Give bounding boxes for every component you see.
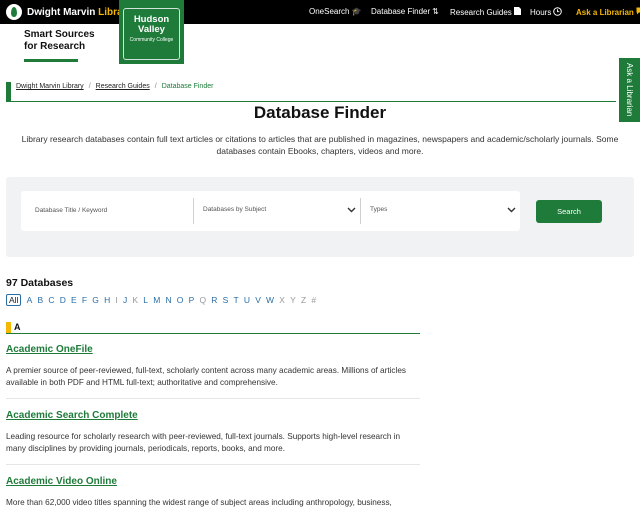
letter-filter[interactable]: F [82, 295, 87, 305]
search-button[interactable]: Search [536, 200, 602, 223]
tagline-underline [24, 59, 78, 62]
letter-filter[interactable]: H [104, 295, 110, 305]
letter-filter: Z [300, 295, 307, 305]
letter-filter: K [132, 295, 139, 305]
letter-filter[interactable]: S [223, 295, 229, 305]
letter-filter[interactable]: O [177, 295, 184, 305]
letter-filter[interactable]: D [60, 295, 66, 305]
letter-filter[interactable]: T [233, 295, 238, 305]
letter-filter[interactable]: R [211, 295, 217, 305]
tagline-line-2: for Research [24, 41, 86, 52]
search-panel: Database Title / Keyword Databases by Su… [6, 177, 634, 257]
nav-onesearch[interactable]: OneSearch 🎓 [309, 7, 361, 16]
nav-research-guides[interactable]: Research Guides [450, 7, 521, 17]
keyword-input[interactable]: Database Title / Keyword [21, 191, 193, 231]
breadcrumb-library[interactable]: Dwight Marvin Library [16, 83, 84, 90]
letter-filter[interactable]: B [38, 295, 44, 305]
section-letter: A [14, 322, 21, 332]
database-title-link[interactable]: Academic OneFile [6, 344, 93, 355]
database-description: More than 62,000 video titles spanning t… [6, 498, 392, 507]
logo-line-3: Community College [129, 37, 174, 43]
letter-filter: Q [199, 295, 207, 305]
brand-name-part1: Dwight Marvin [27, 6, 99, 18]
letter-filter: X [279, 295, 285, 305]
letter-filter-all[interactable]: All [6, 294, 22, 306]
letter-filter[interactable]: G [92, 295, 99, 305]
letter-filter[interactable]: N [165, 295, 171, 305]
flame-logo-icon [6, 4, 22, 20]
breadcrumb-current: Database Finder [161, 83, 214, 90]
letter-filter[interactable]: W [266, 295, 274, 305]
letter-filter: Y [290, 295, 296, 305]
section-header-a: A [6, 322, 420, 334]
breadcrumb-separator: / [88, 83, 91, 90]
nav-database-finder[interactable]: Database Finder ⇅ [371, 7, 439, 16]
letter-filter: # [311, 295, 317, 305]
site-tagline: Smart Sources for Research [24, 29, 95, 53]
letter-filter[interactable]: P [189, 295, 195, 305]
brand-name: Dwight Marvin Library [27, 7, 132, 18]
page-intro: Library research databases contain full … [21, 134, 619, 156]
clock-icon [553, 7, 563, 18]
subject-select-label: Databases by Subject [203, 206, 267, 213]
types-select-label: Types [370, 206, 388, 213]
database-description: Leading resource for scholarly research … [6, 432, 401, 453]
database-count: 97 Databases [6, 277, 74, 289]
database-title-link[interactable]: Academic Video Online [6, 476, 117, 487]
nav-hours[interactable]: Hours [530, 7, 563, 18]
letter-filter[interactable]: U [244, 295, 250, 305]
breadcrumb-research-guides[interactable]: Research Guides [96, 83, 150, 90]
nav-database-finder-label: Database Finder [371, 7, 431, 16]
section-marker [6, 322, 11, 333]
letter-filter[interactable]: J [123, 295, 127, 305]
letter-filter[interactable]: V [255, 295, 261, 305]
search-form: Database Title / Keyword Databases by Su… [21, 191, 520, 231]
college-logo[interactable]: Hudson Valley Community College [119, 0, 184, 64]
database-divider [6, 464, 420, 465]
nav-onesearch-label: OneSearch [309, 7, 350, 16]
letter-filter[interactable]: C [48, 295, 54, 305]
types-select[interactable]: Types [361, 191, 520, 231]
college-logo-frame: Hudson Valley Community College [123, 8, 180, 60]
chevron-down-icon [345, 204, 357, 216]
database-divider [6, 398, 420, 399]
chat-icon [636, 7, 640, 17]
database-description: A premier source of peer-reviewed, full-… [6, 366, 406, 387]
breadcrumb: Dwight Marvin Library / Research Guides … [16, 83, 213, 90]
library-brand[interactable]: Dwight Marvin Library [6, 4, 132, 20]
graduation-cap-icon: 🎓 [351, 7, 362, 16]
nav-research-guides-label: Research Guides [450, 7, 512, 17]
breadcrumb-divider [6, 101, 616, 102]
page-title: Database Finder [253, 103, 387, 122]
tagline-line-1: Smart Sources [24, 29, 95, 40]
document-icon [513, 7, 521, 17]
letter-filter[interactable]: E [71, 295, 77, 305]
top-bar: Dwight Marvin Library OneSearch 🎓 Databa… [0, 0, 640, 24]
sort-icon: ⇅ [432, 7, 439, 16]
database-title-link[interactable]: Academic Search Complete [6, 410, 138, 421]
chevron-down-icon [505, 204, 517, 216]
letter-filter[interactable]: M [153, 295, 160, 305]
logo-line-2: Valley [138, 24, 165, 35]
breadcrumb-separator: / [154, 83, 157, 90]
ask-a-librarian-link[interactable]: Ask a Librarian [576, 7, 640, 17]
breadcrumb-marker [6, 82, 11, 101]
ask-a-librarian-label: Ask a Librarian [576, 7, 634, 17]
letter-filter[interactable]: A [27, 295, 33, 305]
letter-filter[interactable]: L [143, 295, 148, 305]
letter-filter: I [115, 295, 118, 305]
subject-select[interactable]: Databases by Subject [194, 191, 360, 231]
keyword-placeholder: Database Title / Keyword [35, 207, 108, 214]
nav-hours-label: Hours [530, 8, 552, 17]
alphabet-filter: All A B C D E F G H I J K L M N O P Q R S T U V W X Y Z # [6, 294, 321, 306]
